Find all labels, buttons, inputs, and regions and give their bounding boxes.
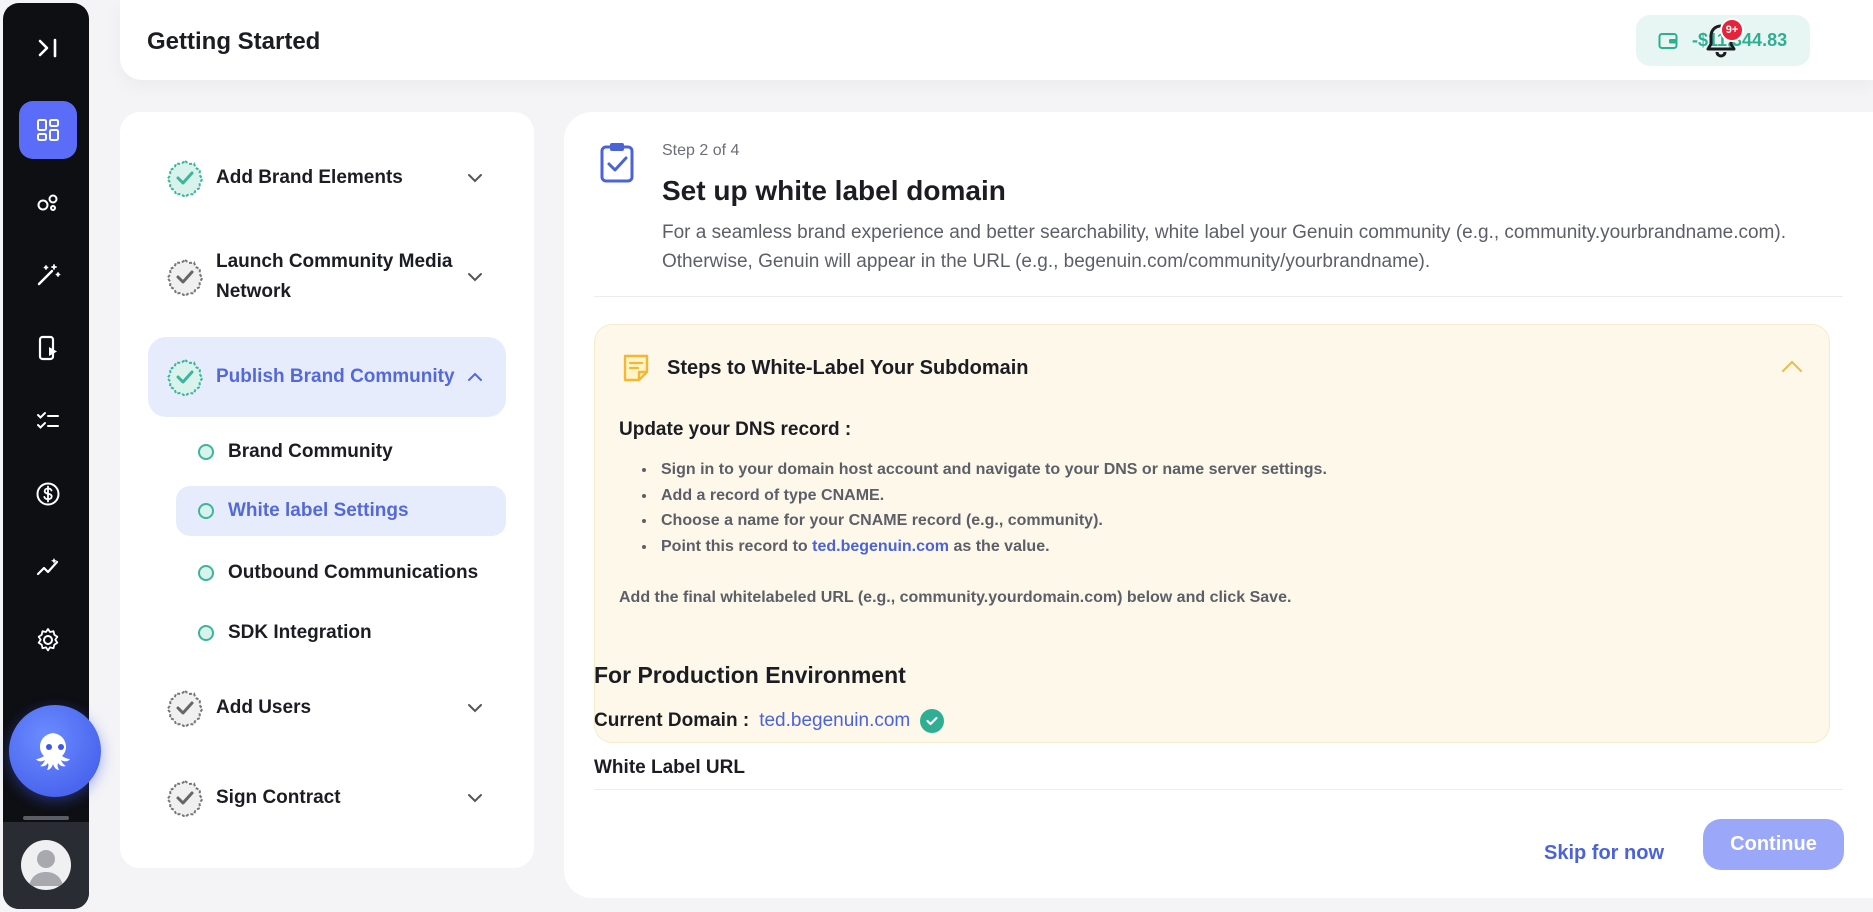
guide-header[interactable]: Steps to White-Label Your Subdomain xyxy=(621,353,1029,383)
substep-dot xyxy=(198,565,214,581)
step-publish-brand-community[interactable]: Publish Brand Community xyxy=(148,337,506,417)
onboarding-stepper: Add Brand Elements Launch Community Medi… xyxy=(120,112,534,868)
substep-dot xyxy=(198,444,214,460)
expand-sidebar-button[interactable] xyxy=(19,19,77,77)
point-prefix: Point this record to xyxy=(661,537,808,555)
substep-brand-community[interactable]: Brand Community xyxy=(176,427,506,477)
continue-button[interactable]: Continue xyxy=(1703,819,1844,870)
notification-badge: 9+ xyxy=(1720,18,1744,42)
nav-communities[interactable] xyxy=(19,173,77,231)
main-panel: Step 2 of 4 Set up white label domain Fo… xyxy=(564,112,1873,898)
bubbles-icon xyxy=(37,194,58,211)
step-add-brand-elements[interactable]: Add Brand Elements xyxy=(148,158,506,198)
cname-target-link[interactable]: ted.begenuin.com xyxy=(812,538,949,555)
divider xyxy=(594,789,1843,790)
substep-label: Outbound Communications xyxy=(228,562,479,583)
substep-dot xyxy=(198,625,214,641)
checklist-icon xyxy=(37,412,59,429)
nav-tasks[interactable] xyxy=(19,392,77,450)
check-circle-icon xyxy=(920,709,945,733)
step-launch-community-media-network[interactable]: Launch Community Media Network xyxy=(148,246,506,308)
nav-analytics[interactable] xyxy=(19,538,77,596)
section-description: For a seamless brand experience and bett… xyxy=(662,218,1862,276)
dns-title: Update your DNS record : xyxy=(619,419,852,440)
chevron-up-icon xyxy=(468,372,482,381)
user-icon xyxy=(29,850,63,886)
skip-button[interactable]: Skip for now xyxy=(1530,830,1678,876)
top-header: Getting Started -$11,344.83 xyxy=(120,0,1873,80)
step-label: Add Users xyxy=(216,697,312,718)
verified-badge-icon xyxy=(166,779,204,817)
substep-label: Brand Community xyxy=(228,441,393,462)
phone-play-icon xyxy=(38,335,57,361)
dashboard-icon xyxy=(37,119,59,141)
nav-settings[interactable] xyxy=(19,611,77,669)
expand-icon xyxy=(38,38,57,58)
substep-label: SDK Integration xyxy=(228,622,372,643)
substep-white-label-settings[interactable]: White label Settings xyxy=(176,486,506,536)
chevron-down-icon xyxy=(468,174,482,183)
step-counter: Step 2 of 4 xyxy=(662,142,740,159)
nav-videos[interactable] xyxy=(19,319,77,377)
rail-separator xyxy=(23,816,69,820)
clipboard-check-icon xyxy=(600,143,634,183)
point-suffix: as the value. xyxy=(953,537,1050,555)
current-domain-label: Current Domain : xyxy=(594,710,750,731)
step-add-users[interactable]: Add Users xyxy=(148,688,506,728)
page-title: Getting Started xyxy=(147,28,321,55)
section-title: Set up white label domain xyxy=(662,175,1006,206)
production-title: For Production Environment xyxy=(594,662,906,688)
current-domain: Current Domain : ted.begenuin.com xyxy=(594,709,945,733)
verified-badge-icon xyxy=(166,159,204,197)
list-item: Choose a name for your CNAME record (e.g… xyxy=(657,508,1327,534)
white-label-url-label: White Label URL xyxy=(594,757,745,778)
guide-footer: Add the final whitelabeled URL (e.g., co… xyxy=(619,589,1292,606)
magic-wand-icon xyxy=(37,264,61,286)
guide-title: Steps to White-Label Your Subdomain xyxy=(667,356,1029,379)
settings-icon xyxy=(37,628,59,652)
nav-billing[interactable] xyxy=(19,465,77,523)
step-label: Publish Brand Community xyxy=(216,366,455,387)
list-item: Sign in to your domain host account and … xyxy=(657,457,1327,483)
divider xyxy=(594,296,1843,297)
current-domain-value[interactable]: ted.begenuin.com xyxy=(759,710,910,732)
list-item: Add a record of type CNAME. xyxy=(657,483,1327,509)
wallet-icon xyxy=(1658,32,1678,49)
assistant-button[interactable] xyxy=(9,705,101,797)
dollar-icon xyxy=(36,482,60,506)
substep-outbound-communications[interactable]: Outbound Communications xyxy=(176,548,506,598)
chevron-up-icon[interactable] xyxy=(1781,359,1803,373)
verified-badge-icon xyxy=(166,358,204,396)
octopus-icon xyxy=(36,733,70,770)
chevron-down-icon xyxy=(468,794,482,803)
substep-sdk-integration[interactable]: SDK Integration xyxy=(176,608,506,658)
user-avatar[interactable] xyxy=(21,840,71,890)
description-line: For a seamless brand experience and bett… xyxy=(662,222,1786,243)
rail-profile-area xyxy=(3,822,89,909)
analytics-icon xyxy=(36,558,59,576)
step-label: Launch Community Media Network xyxy=(216,251,453,302)
substep-label: White label Settings xyxy=(228,500,409,521)
nav-dashboard[interactable] xyxy=(19,101,77,159)
step-label: Sign Contract xyxy=(216,787,341,808)
step-label: Add Brand Elements xyxy=(216,167,403,188)
note-icon xyxy=(623,354,649,382)
dns-steps-list: Sign in to your domain host account and … xyxy=(657,457,1327,559)
verified-badge-icon xyxy=(166,258,204,296)
nav-magic[interactable] xyxy=(19,246,77,304)
chevron-down-icon xyxy=(468,704,482,713)
description-line: Otherwise, Genuin will appear in the URL… xyxy=(662,251,1431,272)
verified-badge-icon xyxy=(166,689,204,727)
list-item: Point this record to ted.begenuin.com as… xyxy=(657,534,1327,560)
chevron-down-icon xyxy=(468,273,482,282)
substep-dot xyxy=(198,503,214,519)
step-sign-contract[interactable]: Sign Contract xyxy=(148,778,506,818)
